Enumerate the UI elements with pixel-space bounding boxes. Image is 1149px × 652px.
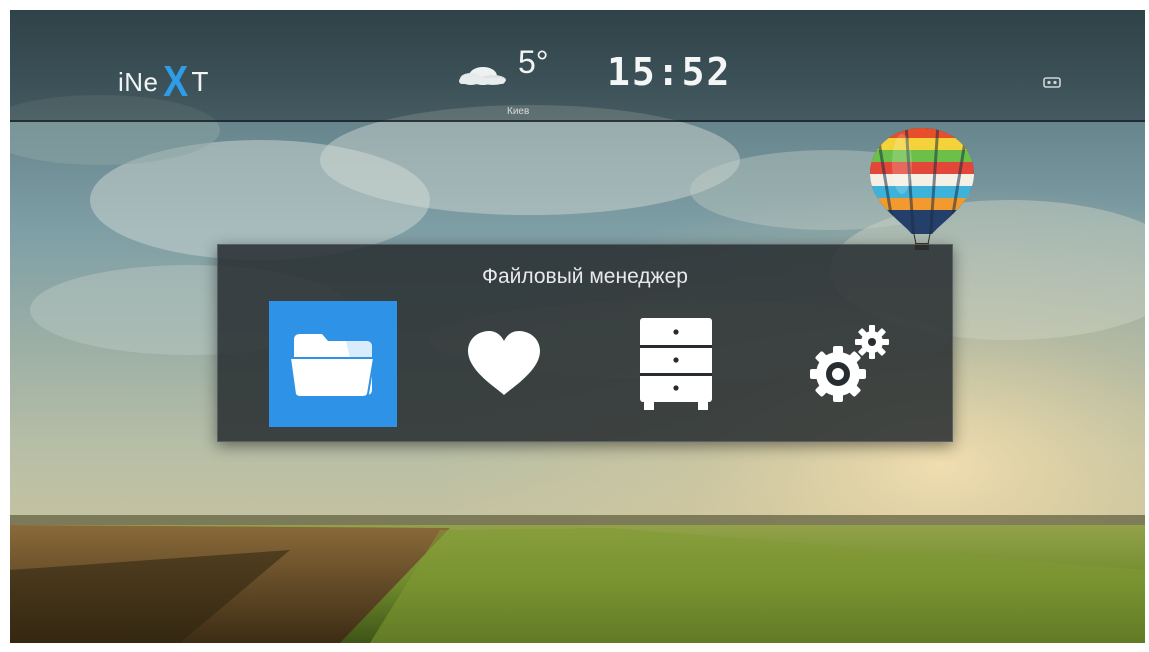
- tv-screen: iNe X T 5° Киев 15:52 Файловый менеджер: [10, 10, 1145, 643]
- weather-temperature: 5°: [518, 44, 549, 80]
- folder-icon: [288, 334, 376, 398]
- brand-logo: iNe X T: [118, 57, 209, 106]
- main-menu-panel: Файловый менеджер: [217, 244, 953, 442]
- logo-suffix: T: [191, 66, 209, 97]
- heart-icon: [468, 331, 540, 395]
- weather-city: Киев: [507, 106, 530, 117]
- top-status-bar: iNe X T 5° Киев 15:52: [10, 10, 1145, 122]
- menu-title: Файловый менеджер: [482, 265, 688, 288]
- menu-item-file-manager[interactable]: [269, 301, 397, 427]
- gears-icon: [810, 325, 889, 402]
- hot-air-balloon-image: [870, 128, 974, 250]
- logo-prefix: iNe: [118, 66, 159, 97]
- logo-accent: X: [162, 57, 189, 106]
- menu-item-storage[interactable]: [612, 301, 740, 427]
- network-icon: [1043, 77, 1061, 88]
- menu-item-favorites[interactable]: [440, 301, 568, 427]
- drawer-cabinet-icon: [640, 318, 712, 410]
- cloud-icon: [459, 67, 506, 85]
- clock: 15:52: [607, 50, 732, 94]
- menu-item-settings[interactable]: [784, 301, 912, 427]
